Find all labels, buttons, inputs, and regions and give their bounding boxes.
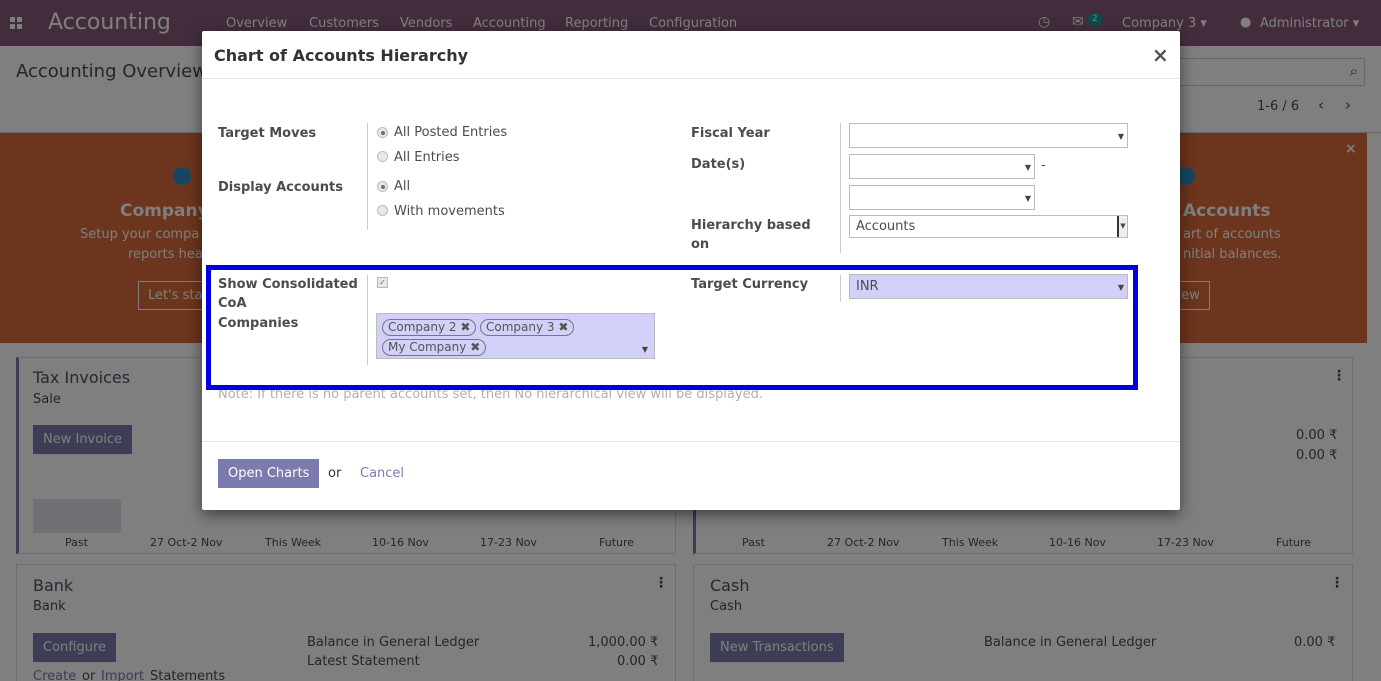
- target-moves-label: Target Moves: [218, 126, 317, 141]
- option-label[interactable]: All: [394, 179, 410, 194]
- highlight-frame: [206, 265, 1138, 390]
- chevron-down-icon: ▼: [1117, 132, 1124, 141]
- header-divider: [202, 78, 1180, 79]
- option-label[interactable]: With movements: [394, 204, 505, 219]
- dialog-title: Chart of Accounts Hierarchy: [214, 46, 469, 65]
- fiscal-year-select[interactable]: ▼: [849, 123, 1128, 148]
- chevron-down-icon: ▼: [1024, 163, 1031, 172]
- column-divider: [367, 123, 368, 230]
- radio-with-movements[interactable]: [377, 205, 388, 216]
- dates-label: Date(s): [691, 157, 746, 172]
- hierarchy-based-on-label: Hierarchy based on: [691, 218, 811, 252]
- chevron-down-icon: ▼: [1117, 216, 1127, 237]
- hierarchy-value: Accounts: [856, 219, 916, 234]
- hierarchy-select[interactable]: Accounts ▼: [849, 215, 1128, 238]
- radio-all-posted-entries[interactable]: [377, 127, 388, 138]
- date-from-input[interactable]: ▼: [849, 154, 1035, 179]
- footer-divider: [202, 441, 1180, 442]
- option-label[interactable]: All Entries: [394, 150, 460, 165]
- cancel-button[interactable]: Cancel: [360, 466, 404, 481]
- date-separator: -: [1041, 158, 1046, 173]
- date-to-input[interactable]: ▼: [849, 185, 1035, 210]
- open-charts-button[interactable]: Open Charts: [218, 459, 320, 488]
- chevron-down-icon: ▼: [1024, 194, 1031, 203]
- column-divider: [840, 123, 841, 253]
- option-label[interactable]: All Posted Entries: [394, 125, 507, 140]
- or-text: or: [328, 466, 342, 481]
- display-accounts-label: Display Accounts: [218, 180, 343, 195]
- radio-all[interactable]: [377, 181, 388, 192]
- close-icon[interactable]: ×: [1152, 43, 1169, 67]
- radio-all-entries[interactable]: [377, 151, 388, 162]
- fiscal-year-label: Fiscal Year: [691, 126, 770, 141]
